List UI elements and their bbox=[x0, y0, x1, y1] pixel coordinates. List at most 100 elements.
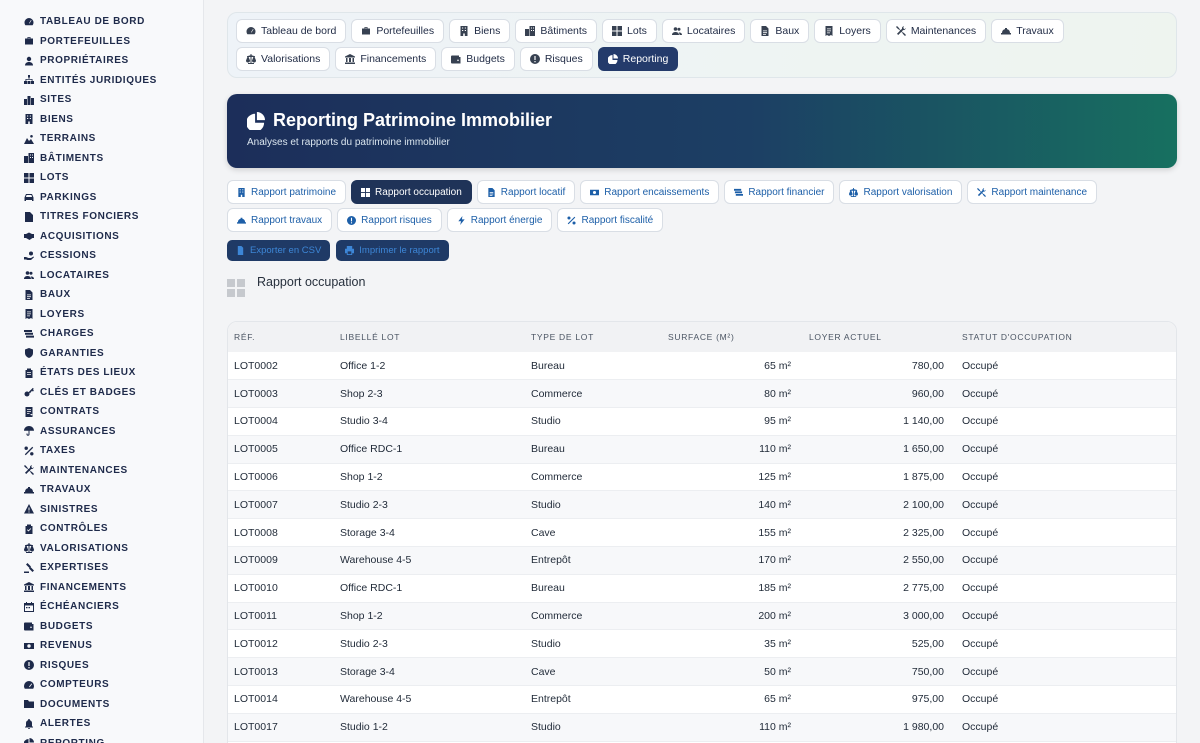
report-tab-label: Rapport occupation bbox=[375, 186, 462, 198]
report-tab-rapport-occupation[interactable]: Rapport occupation bbox=[351, 180, 472, 204]
sidebar-item-baux[interactable]: Baux bbox=[24, 285, 204, 305]
nav-chip-label: Baux bbox=[775, 25, 800, 37]
table-row[interactable]: LOT0009 Warehouse 4-5 Entrepôt 170 m² 2 550,… bbox=[228, 546, 1176, 575]
table-row[interactable]: LOT0004 Studio 3-4 Studio 95 m² 1 140,00 Occu… bbox=[228, 407, 1176, 436]
sidebar-item-alertes[interactable]: Alertes bbox=[24, 714, 204, 734]
nav-chip-baux[interactable]: Baux bbox=[750, 19, 810, 43]
rent-cell: 1 650,00 bbox=[803, 435, 956, 464]
status-cell: Occupé bbox=[956, 546, 1176, 575]
sidebar-item-sites[interactable]: Sites bbox=[24, 90, 204, 110]
table-row[interactable]: LOT0008 Storage 3-4 Cave 155 m² 2 325,00 Occu… bbox=[228, 518, 1176, 548]
sidebar-item-tableau-de-bord[interactable]: Tableau de bord bbox=[24, 12, 204, 32]
nav-chip-biens[interactable]: Biens bbox=[449, 19, 511, 43]
report-tab-rapport-locatif[interactable]: Rapport locatif bbox=[476, 180, 576, 204]
sidebar-item-valorisations[interactable]: Valorisations bbox=[24, 539, 204, 559]
status-cell: Occupé bbox=[956, 407, 1176, 436]
sidebar-item-documents[interactable]: Documents bbox=[24, 695, 204, 715]
status-cell: Occupé bbox=[956, 574, 1176, 603]
sidebar-item-terrains[interactable]: Terrains bbox=[24, 129, 204, 149]
sidebar-item-reporting[interactable]: Reporting bbox=[24, 734, 204, 743]
report-tab-rapport-valorisation[interactable]: Rapport valorisation bbox=[839, 180, 963, 204]
report-tab-rapport-encaissements[interactable]: Rapport encaissements bbox=[580, 180, 720, 204]
sidebar-item-maintenances[interactable]: Maintenances bbox=[24, 461, 204, 481]
sidebar-item-cessions[interactable]: Cessions bbox=[24, 246, 204, 266]
report-tab-rapport-fiscalite[interactable]: Rapport fiscalité bbox=[557, 208, 664, 232]
report-tab-rapport-patrimoine[interactable]: Rapport patrimoine bbox=[227, 180, 347, 204]
surface-cell: 80 m² bbox=[662, 379, 803, 409]
report-tab-label: Rapport valorisation bbox=[863, 186, 953, 198]
table-row[interactable]: LOT0017 Studio 1-2 Studio 110 m² 1 980,00 Occ… bbox=[228, 713, 1176, 742]
nav-chip-portefeuilles[interactable]: Portefeuilles bbox=[351, 19, 445, 43]
nav-chip-locataires[interactable]: Locataires bbox=[661, 19, 746, 43]
report-tab-rapport-energie[interactable]: Rapport énergie bbox=[446, 208, 553, 232]
sidebar-item-risques[interactable]: Risques bbox=[24, 656, 204, 676]
sidebar-item-etats-des-lieux[interactable]: États des lieux bbox=[24, 363, 204, 383]
sidebar-item-compteurs[interactable]: Compteurs bbox=[24, 675, 204, 695]
table-row[interactable]: LOT0005 Office RDC-1 Bureau 110 m² 1 650,00 O… bbox=[228, 435, 1176, 464]
sidebar-item-parkings[interactable]: Parkings bbox=[24, 188, 204, 208]
sidebar-item-budgets[interactable]: Budgets bbox=[24, 617, 204, 637]
sidebar-item-taxes[interactable]: Taxes bbox=[24, 441, 204, 461]
nav-chip-batiments[interactable]: Bâtiments bbox=[515, 19, 598, 43]
nav-chip-financements[interactable]: Financements bbox=[335, 47, 437, 71]
nav-chip-reporting[interactable]: Reporting bbox=[597, 47, 679, 71]
sidebar-item-revenus[interactable]: Revenus bbox=[24, 636, 204, 656]
sidebar-item-controles[interactable]: Contrôles bbox=[24, 519, 204, 539]
sidebar-item-echeanciers[interactable]: Échéanciers bbox=[24, 597, 204, 617]
export-csv-button[interactable]: Exporter en CSV bbox=[227, 240, 331, 261]
table-row[interactable]: LOT0013 Storage 3-4 Cave 50 m² 750,00 Occupé bbox=[228, 657, 1176, 687]
sidebar-item-batiments[interactable]: Bâtiments bbox=[24, 149, 204, 169]
table-row[interactable]: LOT0010 Office RDC-1 Bureau 185 m² 2 775,00 O… bbox=[228, 574, 1176, 603]
sidebar-item-garanties[interactable]: Garanties bbox=[24, 344, 204, 364]
table-row[interactable]: LOT0007 Studio 2-3 Studio 140 m² 2 100,00 Occ… bbox=[228, 490, 1176, 520]
sidebar-item-charges[interactable]: Charges bbox=[24, 324, 204, 344]
sidebar-item-portefeuilles[interactable]: Portefeuilles bbox=[24, 32, 204, 52]
sidebar-item-contrats[interactable]: Contrats bbox=[24, 402, 204, 422]
column-header[interactable]: SURFACE (M²) bbox=[662, 322, 803, 352]
report-tab-rapport-maintenance[interactable]: Rapport maintenance bbox=[967, 180, 1098, 204]
table-header-row: RÉF. LIBELLÉ LOT TYPE DE LOT SURFACE (M²) LO… bbox=[228, 322, 1176, 352]
table-row[interactable]: LOT0011 Shop 1-2 Commerce 200 m² 3 000,00 Occ… bbox=[228, 602, 1176, 631]
nav-chip-maintenances[interactable]: Maintenances bbox=[885, 19, 987, 43]
sidebar-item-assurances[interactable]: Assurances bbox=[24, 422, 204, 442]
sidebar-item-financements[interactable]: Financements bbox=[24, 578, 204, 598]
sidebar-item-locataires[interactable]: Locataires bbox=[24, 266, 204, 286]
nav-chip-risques[interactable]: Risques bbox=[519, 47, 593, 71]
report-tab-rapport-travaux[interactable]: Rapport travaux bbox=[227, 208, 333, 232]
label-cell: Studio 3-4 bbox=[334, 407, 525, 436]
column-header[interactable]: LIBELLÉ LOT bbox=[334, 322, 525, 352]
sidebar-item-acquisitions[interactable]: Acquisitions bbox=[24, 227, 204, 247]
sidebar-item-cles-et-badges[interactable]: Clés et badges bbox=[24, 383, 204, 403]
sidebar-item-expertises[interactable]: Expertises bbox=[24, 558, 204, 578]
print-report-button[interactable]: Imprimer le rapport bbox=[336, 240, 449, 261]
sidebar-item-entites-juridiques[interactable]: Entités juridiques bbox=[24, 71, 204, 91]
column-header[interactable]: RÉF. bbox=[228, 322, 334, 352]
sidebar-item-proprietaires[interactable]: Propriétaires bbox=[24, 51, 204, 71]
report-tab-rapport-risques[interactable]: Rapport risques bbox=[337, 208, 442, 232]
nav-chip-valorisations[interactable]: Valorisations bbox=[236, 47, 331, 71]
sidebar-item-biens[interactable]: Biens bbox=[24, 110, 204, 130]
table-row[interactable]: LOT0012 Studio 2-3 Studio 35 m² 525,00 Occupé bbox=[228, 629, 1176, 659]
nav-chip-tableau-de-bord[interactable]: Tableau de bord bbox=[236, 19, 347, 43]
column-header[interactable]: LOYER ACTUEL bbox=[803, 322, 956, 352]
label-cell: Storage 3-4 bbox=[334, 518, 525, 548]
sidebar-item-sinistres[interactable]: Sinistres bbox=[24, 500, 204, 520]
sidebar-item-lots[interactable]: Lots bbox=[24, 168, 204, 188]
table-row[interactable]: LOT0006 Shop 1-2 Commerce 125 m² 1 875,00 Occ… bbox=[228, 463, 1176, 492]
nav-chip-lots[interactable]: Lots bbox=[602, 19, 657, 43]
nav-chip-travaux[interactable]: Travaux bbox=[991, 19, 1064, 43]
column-header[interactable]: STATUT D'OCCUPATION bbox=[956, 322, 1176, 352]
report-tab-rapport-financier[interactable]: Rapport financier bbox=[724, 180, 835, 204]
sidebar-item-label: Tableau de bord bbox=[40, 16, 145, 28]
sidebar-item-titres-fonciers[interactable]: Titres fonciers bbox=[24, 207, 204, 227]
nav-chip-loyers[interactable]: Loyers bbox=[814, 19, 881, 43]
bolt-icon bbox=[457, 215, 466, 225]
sidebar-item-travaux[interactable]: Travaux bbox=[24, 480, 204, 500]
table-row[interactable]: LOT0003 Shop 2-3 Commerce 80 m² 960,00 Occupé bbox=[228, 379, 1176, 409]
table-row[interactable]: LOT0014 Warehouse 4-5 Entrepôt 65 m² 975,00 O… bbox=[228, 685, 1176, 714]
sidebar-item-loyers[interactable]: Loyers bbox=[24, 305, 204, 325]
table-row[interactable]: LOT0002 Office 1-2 Bureau 65 m² 780,00 Occupé bbox=[228, 352, 1176, 381]
bank-icon bbox=[24, 582, 34, 593]
column-header[interactable]: TYPE DE LOT bbox=[525, 322, 662, 352]
nav-chip-budgets[interactable]: Budgets bbox=[441, 47, 515, 71]
